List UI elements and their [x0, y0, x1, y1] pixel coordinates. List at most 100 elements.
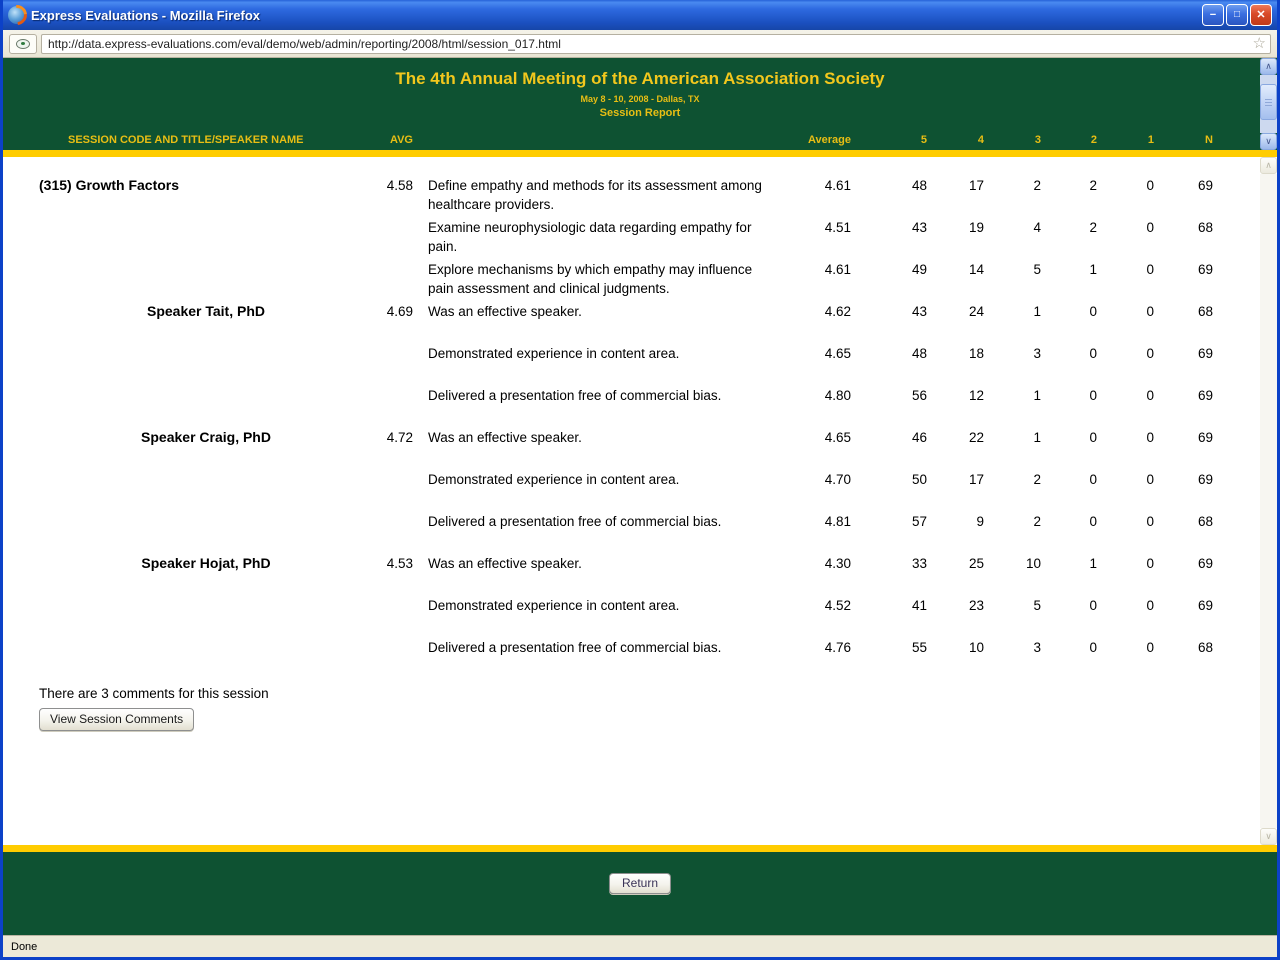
table-row: Demonstrated experience in content area.… — [3, 596, 1260, 638]
row-count-n: 68 — [1154, 638, 1213, 657]
row-count-4: 24 — [927, 302, 984, 321]
row-count-1: 0 — [1097, 302, 1154, 321]
col-1: 1 — [1097, 134, 1154, 146]
row-count-4: 9 — [927, 512, 984, 531]
table-row: Examine neurophysiologic data regarding … — [3, 218, 1260, 260]
row-count-3: 1 — [984, 302, 1041, 321]
row-count-4: 19 — [927, 218, 984, 237]
row-count-n: 68 — [1154, 302, 1213, 321]
row-count-5: 55 — [851, 638, 927, 657]
row-count-4: 25 — [927, 554, 984, 573]
row-count-1: 0 — [1097, 218, 1154, 237]
row-count-2: 1 — [1041, 260, 1097, 279]
row-count-3: 10 — [984, 554, 1041, 573]
scroll-down-icon[interactable]: ∨ — [1260, 133, 1277, 150]
row-count-4: 17 — [927, 176, 984, 195]
row-count-2: 0 — [1041, 596, 1097, 615]
scroll-up-icon[interactable]: ∧ — [1260, 157, 1277, 174]
minimize-button[interactable]: − — [1202, 4, 1224, 26]
row-avg: 4.72 — [373, 428, 413, 447]
status-text: Done — [11, 941, 37, 953]
row-count-4: 22 — [927, 428, 984, 447]
row-average: 4.61 — [783, 260, 851, 279]
row-count-4: 18 — [927, 344, 984, 363]
row-count-2: 0 — [1041, 638, 1097, 657]
row-question: Delivered a presentation free of commerc… — [428, 512, 783, 531]
row-count-n: 69 — [1154, 596, 1213, 615]
row-question: Was an effective speaker. — [428, 428, 783, 447]
row-count-3: 5 — [984, 596, 1041, 615]
scroll-down-icon[interactable]: ∨ — [1260, 828, 1277, 845]
row-count-1: 0 — [1097, 260, 1154, 279]
scroll-up-icon[interactable]: ∧ — [1260, 58, 1277, 75]
row-count-3: 2 — [984, 512, 1041, 531]
url-text[interactable]: http://data.express-evaluations.com/eval… — [48, 37, 1253, 51]
row-count-5: 33 — [851, 554, 927, 573]
row-question: Examine neurophysiologic data regarding … — [428, 218, 783, 256]
row-count-4: 23 — [927, 596, 984, 615]
view-session-comments-button[interactable]: View Session Comments — [39, 708, 194, 731]
comments-note: There are 3 comments for this session — [39, 686, 1277, 701]
table-row: Demonstrated experience in content area.… — [3, 470, 1260, 512]
row-question: Demonstrated experience in content area. — [428, 344, 783, 363]
report-dates: May 8 - 10, 2008 - Dallas, TX — [3, 94, 1277, 104]
table-row: Explore mechanisms by which empathy may … — [3, 260, 1260, 302]
row-average: 4.81 — [783, 512, 851, 531]
row-count-5: 50 — [851, 470, 927, 489]
report-header-frame: The 4th Annual Meeting of the American A… — [3, 58, 1277, 150]
bookmark-star-icon[interactable]: ☆ — [1253, 36, 1266, 51]
row-count-3: 2 — [984, 176, 1041, 195]
row-question: Demonstrated experience in content area. — [428, 596, 783, 615]
grip-icon — [1265, 99, 1272, 106]
col-session-title: SESSION CODE AND TITLE/SPEAKER NAME — [39, 134, 373, 146]
table-row: Delivered a presentation free of commerc… — [3, 638, 1260, 680]
row-count-1: 0 — [1097, 344, 1154, 363]
row-count-n: 69 — [1154, 470, 1213, 489]
close-button[interactable]: ✕ — [1250, 4, 1272, 26]
row-count-5: 57 — [851, 512, 927, 531]
row-count-5: 56 — [851, 386, 927, 405]
row-count-5: 43 — [851, 218, 927, 237]
row-count-3: 3 — [984, 344, 1041, 363]
row-count-4: 17 — [927, 470, 984, 489]
table-row: Delivered a presentation free of commerc… — [3, 512, 1260, 554]
table-row: Delivered a presentation free of commerc… — [3, 386, 1260, 428]
row-count-n: 68 — [1154, 512, 1213, 531]
row-name: Speaker Hojat, PhD — [39, 554, 373, 573]
table-row: Demonstrated experience in content area.… — [3, 344, 1260, 386]
row-question: Was an effective speaker. — [428, 302, 783, 321]
row-average: 4.61 — [783, 176, 851, 195]
site-icon — [16, 39, 30, 49]
row-count-n: 69 — [1154, 386, 1213, 405]
row-average: 4.62 — [783, 302, 851, 321]
content-scrollbar[interactable]: ∧ ∨ — [1260, 157, 1277, 845]
maximize-button[interactable]: □ — [1226, 4, 1248, 26]
row-average: 4.80 — [783, 386, 851, 405]
status-bar: Done — [3, 935, 1277, 957]
scrollbar-thumb[interactable] — [1260, 84, 1277, 120]
col-5: 5 — [851, 134, 927, 146]
row-count-3: 2 — [984, 470, 1041, 489]
return-button[interactable]: Return — [609, 873, 671, 894]
header-scrollbar[interactable]: ∧ ∨ — [1260, 58, 1277, 150]
page: The 4th Annual Meeting of the American A… — [3, 58, 1277, 935]
row-count-n: 69 — [1154, 344, 1213, 363]
row-question: Delivered a presentation free of commerc… — [428, 638, 783, 657]
row-count-1: 0 — [1097, 554, 1154, 573]
browser-window: Express Evaluations - Mozilla Firefox − … — [0, 0, 1280, 960]
firefox-icon — [8, 6, 26, 24]
gold-divider-top — [3, 150, 1277, 157]
row-count-4: 14 — [927, 260, 984, 279]
report-subtitle: Session Report — [3, 107, 1277, 119]
row-count-1: 0 — [1097, 470, 1154, 489]
row-count-3: 4 — [984, 218, 1041, 237]
row-count-2: 0 — [1041, 302, 1097, 321]
address-bar[interactable]: http://data.express-evaluations.com/eval… — [41, 34, 1271, 54]
row-count-4: 10 — [927, 638, 984, 657]
row-question: Demonstrated experience in content area. — [428, 470, 783, 489]
row-name: Speaker Craig, PhD — [39, 428, 373, 447]
row-count-2: 0 — [1041, 344, 1097, 363]
row-count-3: 5 — [984, 260, 1041, 279]
column-header-row: SESSION CODE AND TITLE/SPEAKER NAME AVG … — [3, 134, 1260, 146]
site-identity-box[interactable] — [9, 34, 37, 54]
